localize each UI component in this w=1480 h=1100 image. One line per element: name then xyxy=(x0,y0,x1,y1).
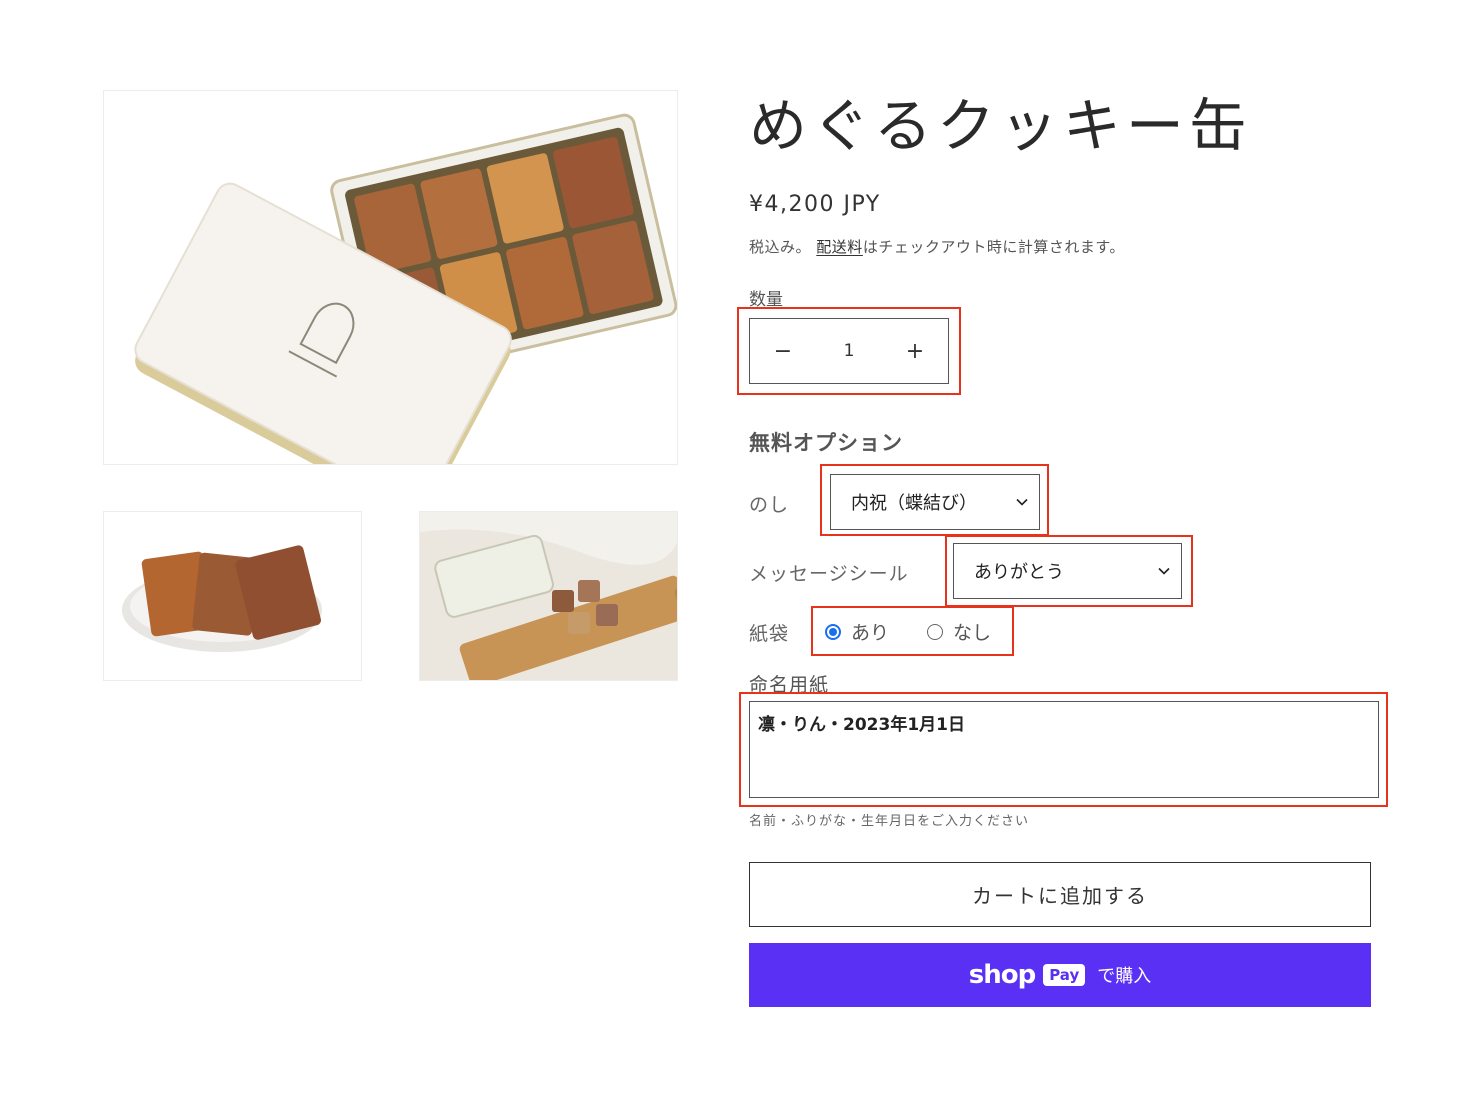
tax-note: 税込み。 配送料はチェックアウト時に計算されます。 xyxy=(749,236,1125,257)
free-options-heading: 無料オプション xyxy=(749,431,903,455)
naming-card-textarea[interactable]: 凛・りん・2023年1月1日 xyxy=(749,701,1379,798)
quantity-decrement-button[interactable]: − xyxy=(750,319,816,383)
main-product-image[interactable] xyxy=(103,90,678,465)
noshi-select[interactable]: 内祝（蝶結び） xyxy=(830,474,1040,530)
shop-pay-logo-text: shop xyxy=(968,960,1036,990)
paper-bag-no-label: なし xyxy=(953,622,992,644)
product-title: めぐるクッキー缶 xyxy=(749,92,1252,160)
naming-card-hint: 名前・ふりがな・生年月日をご入力ください xyxy=(749,814,1030,829)
shop-pay-button[interactable]: shop Pay で購入 xyxy=(749,943,1371,1007)
message-seal-select[interactable]: ありがとう xyxy=(953,543,1182,599)
thumbnail-cookies-plate[interactable] xyxy=(103,511,362,681)
tax-note-suffix: はチェックアウト時に計算されます。 xyxy=(862,238,1125,256)
product-price: ¥4,200 JPY xyxy=(749,192,881,217)
paper-bag-label: 紙袋 xyxy=(749,623,790,645)
message-seal-select-value: ありがとう xyxy=(974,562,1064,583)
cookies-on-plate-photo-icon xyxy=(104,512,361,680)
tax-note-prefix: 税込み。 xyxy=(749,238,812,256)
chevron-down-icon xyxy=(1158,567,1170,575)
cookie-tin-photo-icon xyxy=(104,91,677,464)
shop-pay-buy-text: で購入 xyxy=(1097,966,1152,987)
shop-pay-badge: Pay xyxy=(1043,964,1086,986)
paper-bag-yes-label: あり xyxy=(851,622,890,644)
tin-on-board-photo-icon xyxy=(420,512,677,680)
noshi-label: のし xyxy=(749,494,790,516)
quantity-stepper: − 1 + xyxy=(749,318,949,384)
shipping-link[interactable]: 配送料 xyxy=(816,238,863,256)
radio-unchecked-icon xyxy=(927,623,943,640)
message-seal-label: メッセージシール xyxy=(749,563,909,585)
paper-bag-yes-radio[interactable]: あり xyxy=(825,618,889,645)
add-to-cart-button[interactable]: カートに追加する xyxy=(749,862,1371,927)
noshi-select-value: 内祝（蝶結び） xyxy=(851,493,977,514)
thumbnail-tin-board[interactable] xyxy=(419,511,678,681)
quantity-input[interactable]: 1 xyxy=(816,341,882,361)
paper-bag-no-radio[interactable]: なし xyxy=(927,618,991,645)
quantity-increment-button[interactable]: + xyxy=(882,319,948,383)
radio-checked-icon xyxy=(825,623,841,640)
chevron-down-icon xyxy=(1016,498,1028,506)
